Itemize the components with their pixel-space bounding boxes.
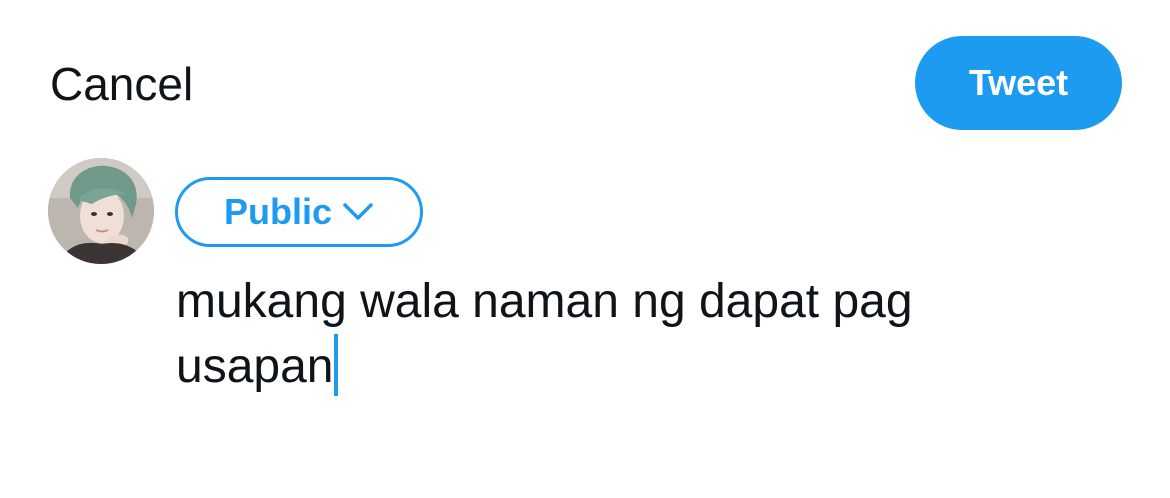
tweet-text-line-2: usapan [176,340,334,393]
chevron-down-icon [342,201,374,223]
avatar-photo [48,158,154,264]
audience-selector[interactable]: Public [175,177,423,247]
cancel-button[interactable]: Cancel [50,56,193,112]
avatar[interactable] [48,158,154,264]
tweet-button-label: Tweet [968,62,1069,103]
audience-label: Public [223,191,333,232]
tweet-button[interactable]: Tweet [915,36,1122,130]
text-caret [334,334,339,396]
tweet-text-area[interactable]: mukang wala naman ng dapat pag usapan [176,270,1076,399]
tweet-text-line: mukang wala naman ng dapat pag [176,275,913,328]
tweet-text-line-last: usapan [176,334,1076,399]
